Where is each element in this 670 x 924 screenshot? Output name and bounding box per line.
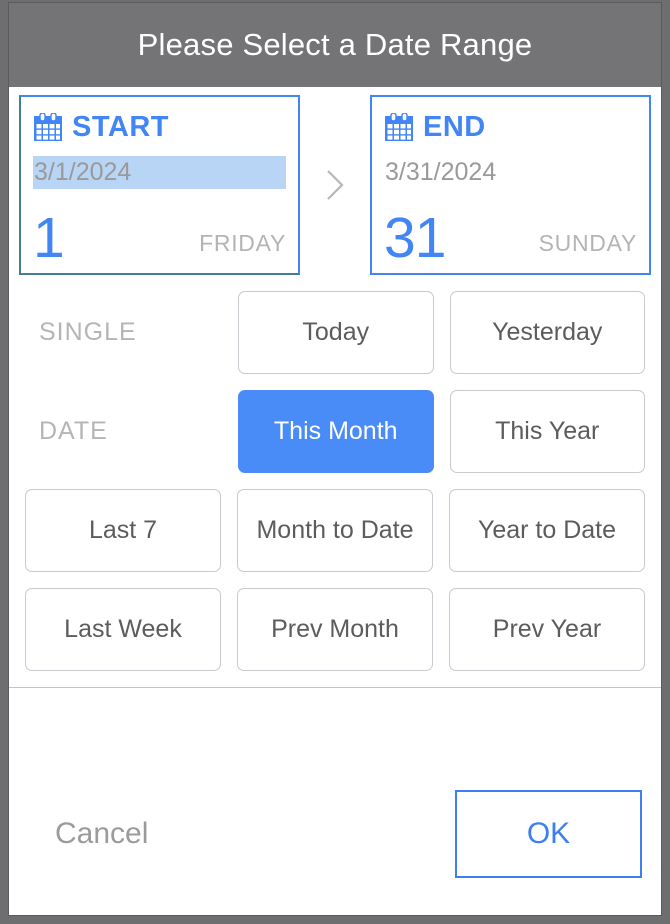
calendar-icon bbox=[34, 112, 62, 141]
preset-month-to-date-button[interactable]: Month to Date bbox=[237, 489, 433, 572]
start-card-footer: 1 FRIDAY bbox=[33, 191, 286, 270]
range-separator bbox=[300, 95, 370, 275]
preset-this-year-button[interactable]: This Year bbox=[449, 390, 645, 473]
dialog-titlebar: Please Select a Date Range bbox=[9, 3, 661, 87]
start-date-input[interactable]: 3/1/2024 bbox=[33, 156, 286, 189]
preset-row-date: DATE This Month This Year bbox=[25, 390, 645, 473]
preset-yesterday-button[interactable]: Yesterday bbox=[449, 291, 645, 374]
end-day-number: 31 bbox=[384, 205, 446, 270]
start-card-header: START bbox=[33, 107, 286, 147]
preset-row-label-single: SINGLE bbox=[39, 318, 137, 346]
start-day-number: 1 bbox=[33, 205, 65, 270]
preset-this-month-button[interactable]: This Month bbox=[238, 390, 434, 473]
preset-row-single: SINGLE Today Yesterday bbox=[25, 291, 645, 374]
start-weekday: FRIDAY bbox=[199, 230, 286, 256]
date-range-dialog: Please Select a Date Range START 3/1/202… bbox=[8, 2, 662, 916]
end-card-header: END bbox=[384, 107, 637, 147]
preset-grid: SINGLE Today Yesterday DATE This Month T… bbox=[9, 275, 661, 671]
cancel-button[interactable]: Cancel bbox=[55, 817, 148, 851]
preset-prev-month-button[interactable]: Prev Month bbox=[237, 588, 433, 671]
footer-divider bbox=[9, 687, 661, 688]
dialog-footer: Cancel OK bbox=[9, 753, 661, 915]
end-weekday: SUNDAY bbox=[538, 230, 637, 256]
end-card-label: END bbox=[423, 110, 486, 143]
preset-prev-year-button[interactable]: Prev Year bbox=[449, 588, 645, 671]
end-date-card[interactable]: END 3/31/2024 31 SUNDAY bbox=[370, 95, 651, 275]
chevron-right-icon bbox=[327, 170, 344, 200]
end-date-input[interactable]: 3/31/2024 bbox=[384, 156, 637, 189]
preset-row-label-date: DATE bbox=[39, 417, 108, 445]
preset-row-four: Last Week Prev Month Prev Year bbox=[25, 588, 645, 671]
end-card-footer: 31 SUNDAY bbox=[384, 191, 637, 270]
start-card-label: START bbox=[72, 110, 170, 143]
preset-last-week-button[interactable]: Last Week bbox=[25, 588, 221, 671]
calendar-icon bbox=[385, 112, 413, 141]
range-selector: START 3/1/2024 1 FRIDAY END 3/31/2024 31… bbox=[9, 87, 661, 275]
preset-row-three: Last 7 Month to Date Year to Date bbox=[25, 489, 645, 572]
ok-button[interactable]: OK bbox=[455, 790, 642, 878]
start-date-card[interactable]: START 3/1/2024 1 FRIDAY bbox=[19, 95, 300, 275]
dialog-content: START 3/1/2024 1 FRIDAY END 3/31/2024 31… bbox=[9, 87, 661, 753]
preset-year-to-date-button[interactable]: Year to Date bbox=[449, 489, 645, 572]
preset-last-7-button[interactable]: Last 7 bbox=[25, 489, 221, 572]
preset-today-button[interactable]: Today bbox=[238, 291, 434, 374]
dialog-title: Please Select a Date Range bbox=[137, 27, 533, 62]
